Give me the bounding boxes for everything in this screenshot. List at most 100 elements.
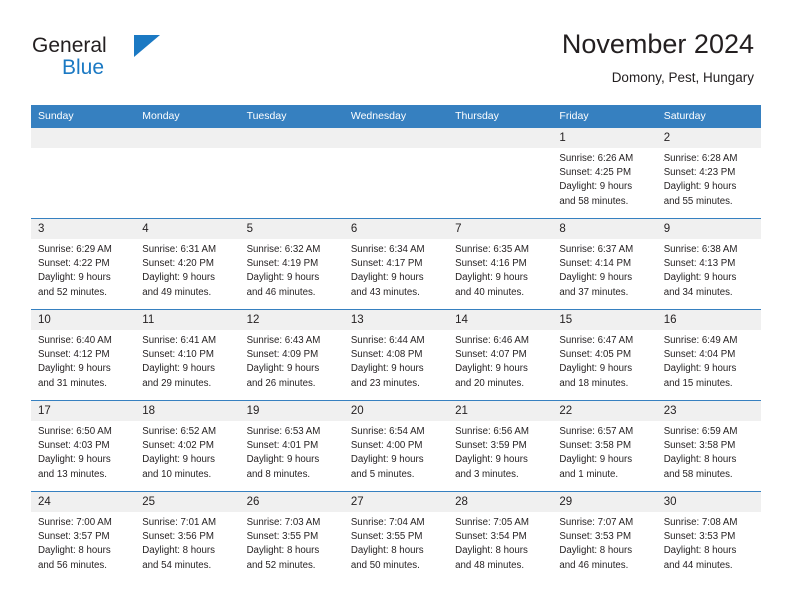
day-number: 27 [343, 492, 449, 512]
sunrise-time: Sunrise: 6:37 AM [559, 244, 634, 255]
calendar-day-cell[interactable]: 4 Sunrise: 6:31 AM Sunset: 4:20 PM Daylight… [135, 218, 240, 310]
calendar-day-cell[interactable]: 5 Sunrise: 6:32 AM Sunset: 4:19 PM Daylight… [239, 218, 344, 310]
day-info: Sunrise: 7:08 AM Sunset: 3:53 PM Daylight:… [657, 512, 761, 573]
day-info: Sunrise: 6:40 AM Sunset: 4:12 PM Daylight:… [31, 330, 135, 391]
calendar-day-cell-empty [448, 127, 553, 219]
sunrise-time: Sunrise: 7:01 AM [142, 517, 217, 528]
sunrise-time: Sunrise: 7:00 AM [38, 517, 112, 528]
day-number: 21 [448, 401, 553, 421]
sunrise-time: Sunrise: 6:32 AM [246, 244, 321, 255]
daylight-duration-line2: and 44 minutes. [663, 559, 733, 571]
calendar-day-cell[interactable]: 9 Sunrise: 6:38 AM Sunset: 4:13 PM Daylight… [656, 218, 761, 310]
daylight-duration-line2: and 37 minutes. [559, 286, 629, 298]
daylight-duration-line2: and 29 minutes. [142, 377, 212, 389]
sunset-time: Sunset: 3:56 PM [142, 531, 214, 543]
day-number: 7 [448, 219, 553, 239]
calendar-header-row: Sunday Monday Tuesday Wednesday Thursday… [31, 105, 761, 128]
day-number: 9 [656, 219, 761, 239]
calendar-day-cell[interactable]: 16 Sunrise: 6:49 AM Sunset: 4:04 PM Dayligh… [656, 309, 761, 401]
logo-text-general: General [32, 34, 107, 57]
daylight-duration-line2: and 56 minutes. [38, 559, 107, 571]
day-number: 15 [552, 310, 657, 330]
calendar-day-cell[interactable]: 25 Sunrise: 7:01 AM Sunset: 3:56 PM Dayligh… [135, 491, 240, 582]
calendar-day-cell[interactable]: 18 Sunrise: 6:52 AM Sunset: 4:02 PM Dayligh… [135, 400, 240, 492]
calendar-day-cell[interactable]: 21 Sunrise: 6:56 AM Sunset: 3:59 PM Dayligh… [448, 400, 553, 492]
daylight-duration-line2: and 52 minutes. [246, 559, 316, 571]
sunset-time: Sunset: 3:53 PM [663, 531, 736, 543]
calendar-day-cell[interactable]: 15 Sunrise: 6:47 AM Sunset: 4:05 PM Dayligh… [552, 309, 657, 401]
calendar-day-cell[interactable]: 29 Sunrise: 7:07 AM Sunset: 3:53 PM Dayligh… [552, 491, 657, 582]
day-info: Sunrise: 7:07 AM Sunset: 3:53 PM Daylight:… [552, 512, 656, 573]
daylight-duration-line1: Daylight: 8 hours [350, 545, 424, 557]
calendar-day-cell[interactable]: 17 Sunrise: 6:50 AM Sunset: 4:03 PM Dayligh… [31, 400, 136, 492]
calendar-day-cell[interactable]: 6 Sunrise: 6:34 AM Sunset: 4:17 PM Daylight… [343, 218, 449, 310]
calendar-day-cell[interactable]: 13 Sunrise: 6:44 AM Sunset: 4:08 PM Dayligh… [343, 309, 449, 401]
sunrise-time: Sunrise: 6:38 AM [663, 244, 738, 255]
daylight-duration-line1: Daylight: 9 hours [38, 363, 111, 375]
sunset-time: Sunset: 3:55 PM [246, 531, 319, 543]
daylight-duration-line2: and 5 minutes. [350, 468, 415, 480]
day-info: Sunrise: 6:28 AM Sunset: 4:23 PM Daylight:… [657, 148, 761, 209]
calendar-day-cell[interactable]: 26 Sunrise: 7:03 AM Sunset: 3:55 PM Dayligh… [239, 491, 344, 582]
calendar-day-cell[interactable]: 7 Sunrise: 6:35 AM Sunset: 4:16 PM Daylight… [448, 218, 553, 310]
day-info: Sunrise: 6:53 AM Sunset: 4:01 PM Daylight:… [240, 421, 344, 482]
sunset-time: Sunset: 4:00 PM [350, 440, 423, 452]
day-number: 5 [239, 219, 344, 239]
sunset-time: Sunset: 4:05 PM [559, 349, 632, 361]
calendar-day-cell[interactable]: 3 Sunrise: 6:29 AM Sunset: 4:22 PM Daylight… [31, 218, 136, 310]
daylight-duration-line2: and 10 minutes. [142, 468, 212, 480]
calendar-day-cell[interactable]: 23 Sunrise: 6:59 AM Sunset: 3:58 PM Dayligh… [656, 400, 761, 492]
day-info: Sunrise: 7:01 AM Sunset: 3:56 PM Daylight:… [135, 512, 239, 573]
calendar-day-cell[interactable]: 27 Sunrise: 7:04 AM Sunset: 3:55 PM Dayligh… [343, 491, 449, 582]
daylight-duration-line2: and 43 minutes. [350, 286, 420, 298]
calendar-day-cell[interactable]: 28 Sunrise: 7:05 AM Sunset: 3:54 PM Dayligh… [448, 491, 553, 582]
daylight-duration-line1: Daylight: 9 hours [559, 454, 633, 466]
calendar-day-cell-empty [135, 127, 240, 219]
calendar-day-cell[interactable]: 14 Sunrise: 6:46 AM Sunset: 4:07 PM Dayligh… [448, 309, 553, 401]
calendar-day-cell[interactable]: 20 Sunrise: 6:54 AM Sunset: 4:00 PM Dayligh… [343, 400, 449, 492]
calendar-week-row: 17 Sunrise: 6:50 AM Sunset: 4:03 PM Dayligh… [31, 400, 761, 492]
weekday-header-tuesday: Tuesday [239, 105, 344, 128]
calendar-day-cell[interactable]: 12 Sunrise: 6:43 AM Sunset: 4:09 PM Dayligh… [239, 309, 344, 401]
sunrise-time: Sunrise: 7:04 AM [350, 517, 425, 528]
daylight-duration-line2: and 34 minutes. [663, 286, 733, 298]
day-number: 17 [31, 401, 136, 421]
day-number: 4 [135, 219, 240, 239]
daylight-duration-line1: Daylight: 9 hours [246, 272, 320, 284]
daylight-duration-line1: Daylight: 9 hours [142, 272, 215, 284]
daylight-duration-line1: Daylight: 9 hours [350, 363, 424, 375]
calendar-day-cell[interactable]: 24 Sunrise: 7:00 AM Sunset: 3:57 PM Dayligh… [31, 491, 136, 582]
sunset-time: Sunset: 4:07 PM [455, 349, 527, 361]
calendar-day-cell[interactable]: 10 Sunrise: 6:40 AM Sunset: 4:12 PM Dayligh… [31, 309, 136, 401]
day-number: 13 [343, 310, 449, 330]
calendar-day-cell[interactable]: 1 Sunrise: 6:26 AM Sunset: 4:25 PM Daylight… [552, 127, 657, 219]
day-info: Sunrise: 6:50 AM Sunset: 4:03 PM Daylight:… [31, 421, 135, 482]
calendar-day-cell[interactable]: 8 Sunrise: 6:37 AM Sunset: 4:14 PM Daylight… [552, 218, 657, 310]
calendar-day-cell[interactable]: 2 Sunrise: 6:28 AM Sunset: 4:23 PM Daylight… [656, 127, 761, 219]
day-number: 11 [135, 310, 240, 330]
sunrise-time: Sunrise: 6:35 AM [455, 244, 529, 255]
day-info: Sunrise: 6:46 AM Sunset: 4:07 PM Daylight:… [448, 330, 552, 391]
daylight-duration-line2: and 15 minutes. [663, 377, 733, 389]
logo-text-blue: Blue [62, 56, 105, 79]
day-number: 22 [552, 401, 657, 421]
weekday-header-wednesday: Wednesday [343, 105, 449, 128]
daylight-duration-line1: Daylight: 9 hours [142, 363, 215, 375]
day-info: Sunrise: 6:41 AM Sunset: 4:10 PM Daylight:… [135, 330, 239, 391]
calendar-day-cell[interactable]: 19 Sunrise: 6:53 AM Sunset: 4:01 PM Dayligh… [239, 400, 344, 492]
sunrise-time: Sunrise: 6:54 AM [350, 426, 425, 437]
day-number: 2 [656, 128, 761, 148]
calendar-day-cell[interactable]: 22 Sunrise: 6:57 AM Sunset: 3:58 PM Dayligh… [552, 400, 657, 492]
daylight-duration-line1: Daylight: 9 hours [350, 272, 424, 284]
weekday-header-saturday: Saturday [656, 105, 761, 128]
daylight-duration-line2: and 54 minutes. [142, 559, 212, 571]
sunrise-time: Sunrise: 6:47 AM [559, 335, 634, 346]
logo-triangle-icon [134, 35, 160, 57]
daylight-duration-line1: Daylight: 9 hours [38, 272, 111, 284]
day-info: Sunrise: 6:32 AM Sunset: 4:19 PM Daylight:… [240, 239, 344, 300]
general-blue-logo: General Blue [32, 34, 212, 86]
calendar-day-cell[interactable]: 11 Sunrise: 6:41 AM Sunset: 4:10 PM Dayligh… [135, 309, 240, 401]
daylight-duration-line2: and 49 minutes. [142, 286, 212, 298]
calendar-day-cell[interactable]: 30 Sunrise: 7:08 AM Sunset: 3:53 PM Dayligh… [656, 491, 761, 582]
sunset-time: Sunset: 4:03 PM [38, 440, 110, 452]
